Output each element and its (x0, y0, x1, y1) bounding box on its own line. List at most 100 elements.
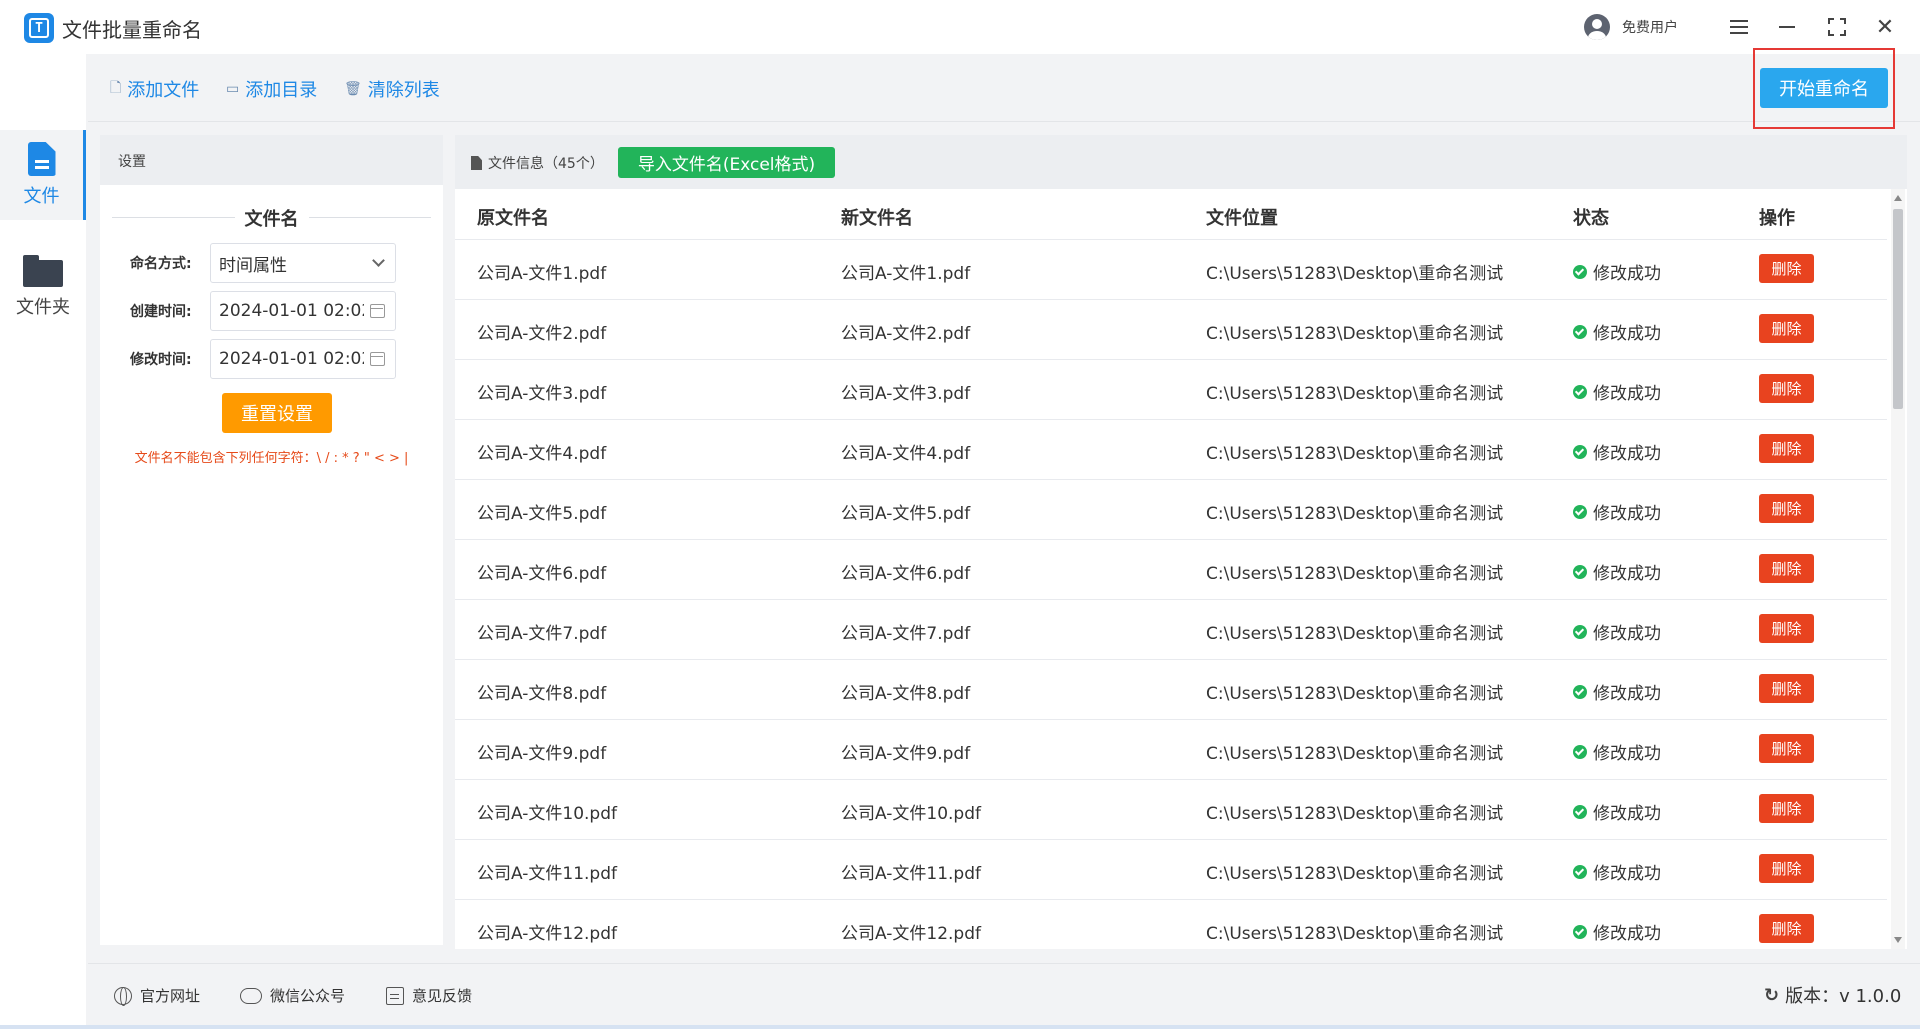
cell-original-name: 公司A-文件3.pdf (477, 384, 607, 404)
footer: 官方网址 微信公众号 意见反馈 ↻ 版本：v 1.0.0 (88, 963, 1920, 1025)
file-info-header: 文件信息（45个） 导入文件名(Excel格式) (455, 135, 1907, 189)
naming-mode-row: 命名方式: 时间属性 (130, 243, 396, 283)
document-icon (471, 156, 482, 170)
delete-button[interactable]: 删除 (1759, 494, 1814, 523)
chat-icon (240, 987, 262, 1004)
modify-time-row: 修改时间: 2024-01-01 02:02 (130, 339, 396, 379)
title-bar: T 文件批量重命名 免费用户 ✕ (0, 0, 1920, 54)
official-website-label: 官方网址 (140, 987, 201, 1005)
table-row[interactable]: 公司A-文件12.pdf 公司A-文件12.pdf C:\Users\51283\D… (455, 899, 1887, 949)
left-nav: 文件 文件夹 (0, 54, 86, 1029)
app-window: T 文件批量重命名 免费用户 ✕ 文件 文件夹 🗋 添加文件 ▭ 添加目录 🗑 … (0, 0, 1920, 1029)
cell-status: 修改成功 (1573, 919, 1661, 944)
maximize-icon[interactable] (1822, 12, 1852, 42)
modify-time-label: 修改时间: (130, 352, 192, 368)
reset-settings-button[interactable]: 重置设置 (222, 393, 332, 433)
app-logo-icon: T (24, 13, 54, 43)
modify-time-value: 2024-01-01 02:02 (219, 349, 364, 369)
scroll-down-icon[interactable] (1894, 937, 1902, 943)
version-info[interactable]: ↻ 版本：v 1.0.0 (1764, 982, 1901, 1008)
column-header-status[interactable]: 状态 (1573, 204, 1609, 230)
table-row[interactable]: 公司A-文件11.pdf 公司A-文件11.pdf C:\Users\51283\D… (455, 839, 1887, 899)
cell-new-name: 公司A-文件12.pdf (841, 924, 981, 944)
check-circle-icon (1573, 624, 1587, 639)
create-time-value: 2024-01-01 02:02 (219, 301, 364, 321)
scroll-up-icon[interactable] (1894, 195, 1902, 201)
clear-list-button[interactable]: 🗑 清除列表 (344, 76, 440, 102)
table-row[interactable]: 公司A-文件5.pdf 公司A-文件5.pdf C:\Users\51283\Des… (455, 479, 1887, 539)
delete-button[interactable]: 删除 (1759, 854, 1814, 883)
add-file-button[interactable]: 🗋 添加文件 (110, 76, 199, 102)
delete-button[interactable]: 删除 (1759, 314, 1814, 343)
status-text: 修改成功 (1593, 744, 1661, 764)
delete-button[interactable]: 删除 (1759, 914, 1814, 943)
cell-location: C:\Users\51283\Desktop\重命名测试 (1206, 864, 1504, 884)
cell-location: C:\Users\51283\Desktop\重命名测试 (1206, 384, 1504, 404)
table-row[interactable]: 公司A-文件1.pdf 公司A-文件1.pdf C:\Users\51283\Des… (455, 239, 1887, 299)
user-avatar-icon[interactable] (1584, 14, 1610, 40)
delete-button[interactable]: 删除 (1759, 434, 1814, 463)
table-row[interactable]: 公司A-文件8.pdf 公司A-文件8.pdf C:\Users\51283\Des… (455, 659, 1887, 719)
add-directory-button[interactable]: ▭ 添加目录 (226, 76, 317, 102)
table-row[interactable]: 公司A-文件9.pdf 公司A-文件9.pdf C:\Users\51283\Des… (455, 719, 1887, 779)
column-header-new[interactable]: 新文件名 (841, 204, 913, 230)
user-account[interactable]: 免费用户 (1584, 14, 1678, 40)
table-row[interactable]: 公司A-文件2.pdf 公司A-文件2.pdf C:\Users\51283\Des… (455, 299, 1887, 359)
scroll-thumb[interactable] (1893, 209, 1903, 409)
calendar-icon[interactable] (370, 304, 385, 318)
cell-location: C:\Users\51283\Desktop\重命名测试 (1206, 264, 1504, 284)
official-website-link[interactable]: 官方网址 (114, 985, 200, 1006)
calendar-icon[interactable] (370, 352, 385, 366)
section-title: 文件名 (100, 205, 443, 231)
user-name[interactable]: 免费用户 (1622, 17, 1678, 37)
modify-time-picker[interactable]: 2024-01-01 02:02 (210, 339, 396, 379)
import-excel-button[interactable]: 导入文件名(Excel格式) (618, 147, 835, 178)
delete-button[interactable]: 删除 (1759, 254, 1814, 283)
nav-item-label: 文件 (23, 186, 60, 207)
start-rename-button[interactable]: 开始重命名 (1760, 68, 1888, 108)
cell-location: C:\Users\51283\Desktop\重命名测试 (1206, 804, 1504, 824)
cell-new-name: 公司A-文件3.pdf (841, 384, 971, 404)
table-row[interactable]: 公司A-文件4.pdf 公司A-文件4.pdf C:\Users\51283\Des… (455, 419, 1887, 479)
create-time-picker[interactable]: 2024-01-01 02:02 (210, 291, 396, 331)
delete-button[interactable]: 删除 (1759, 674, 1814, 703)
version-label: 版本：v 1.0.0 (1785, 986, 1902, 1007)
status-text: 修改成功 (1593, 564, 1661, 584)
table-row[interactable]: 公司A-文件3.pdf 公司A-文件3.pdf C:\Users\51283\Des… (455, 359, 1887, 419)
delete-button[interactable]: 删除 (1759, 734, 1814, 763)
toolbar: 🗋 添加文件 ▭ 添加目录 🗑 清除列表 (88, 54, 1920, 122)
table-row[interactable]: 公司A-文件10.pdf 公司A-文件10.pdf C:\Users\51283\D… (455, 779, 1887, 839)
cell-new-name: 公司A-文件8.pdf (841, 684, 971, 704)
check-circle-icon (1573, 564, 1587, 579)
nav-item-files[interactable]: 文件 (0, 130, 86, 220)
cell-location: C:\Users\51283\Desktop\重命名测试 (1206, 564, 1504, 584)
menu-icon[interactable] (1724, 12, 1754, 42)
naming-mode-select[interactable]: 时间属性 (210, 243, 396, 283)
cell-status: 修改成功 (1573, 679, 1661, 704)
column-header-location[interactable]: 文件位置 (1206, 204, 1278, 230)
delete-button[interactable]: 删除 (1759, 614, 1814, 643)
column-header-original[interactable]: 原文件名 (477, 204, 549, 230)
feedback-link[interactable]: 意见反馈 (386, 985, 472, 1006)
minimize-icon[interactable] (1772, 12, 1802, 42)
status-text: 修改成功 (1593, 504, 1661, 524)
refresh-icon[interactable]: ↻ (1764, 985, 1779, 1006)
delete-button[interactable]: 删除 (1759, 374, 1814, 403)
delete-button[interactable]: 删除 (1759, 794, 1814, 823)
wechat-link[interactable]: 微信公众号 (240, 985, 345, 1006)
table-scrollbar[interactable] (1891, 189, 1905, 949)
table-row[interactable]: 公司A-文件7.pdf 公司A-文件7.pdf C:\Users\51283\Des… (455, 599, 1887, 659)
delete-button[interactable]: 删除 (1759, 554, 1814, 583)
filename-warning: 文件名不能包含下列任何字符：\ / : * ? " < > | (134, 451, 409, 466)
status-text: 修改成功 (1593, 864, 1661, 884)
check-circle-icon (1573, 684, 1587, 699)
naming-mode-value: 时间属性 (219, 255, 287, 276)
file-icon (27, 142, 56, 176)
nav-item-folder[interactable]: 文件夹 (0, 242, 86, 332)
settings-header: 设置 (100, 135, 443, 185)
table-row[interactable]: 公司A-文件6.pdf 公司A-文件6.pdf C:\Users\51283\Des… (455, 539, 1887, 599)
cell-new-name: 公司A-文件1.pdf (841, 264, 971, 284)
close-icon[interactable]: ✕ (1870, 12, 1900, 42)
check-circle-icon (1573, 744, 1587, 759)
cell-location: C:\Users\51283\Desktop\重命名测试 (1206, 624, 1504, 644)
